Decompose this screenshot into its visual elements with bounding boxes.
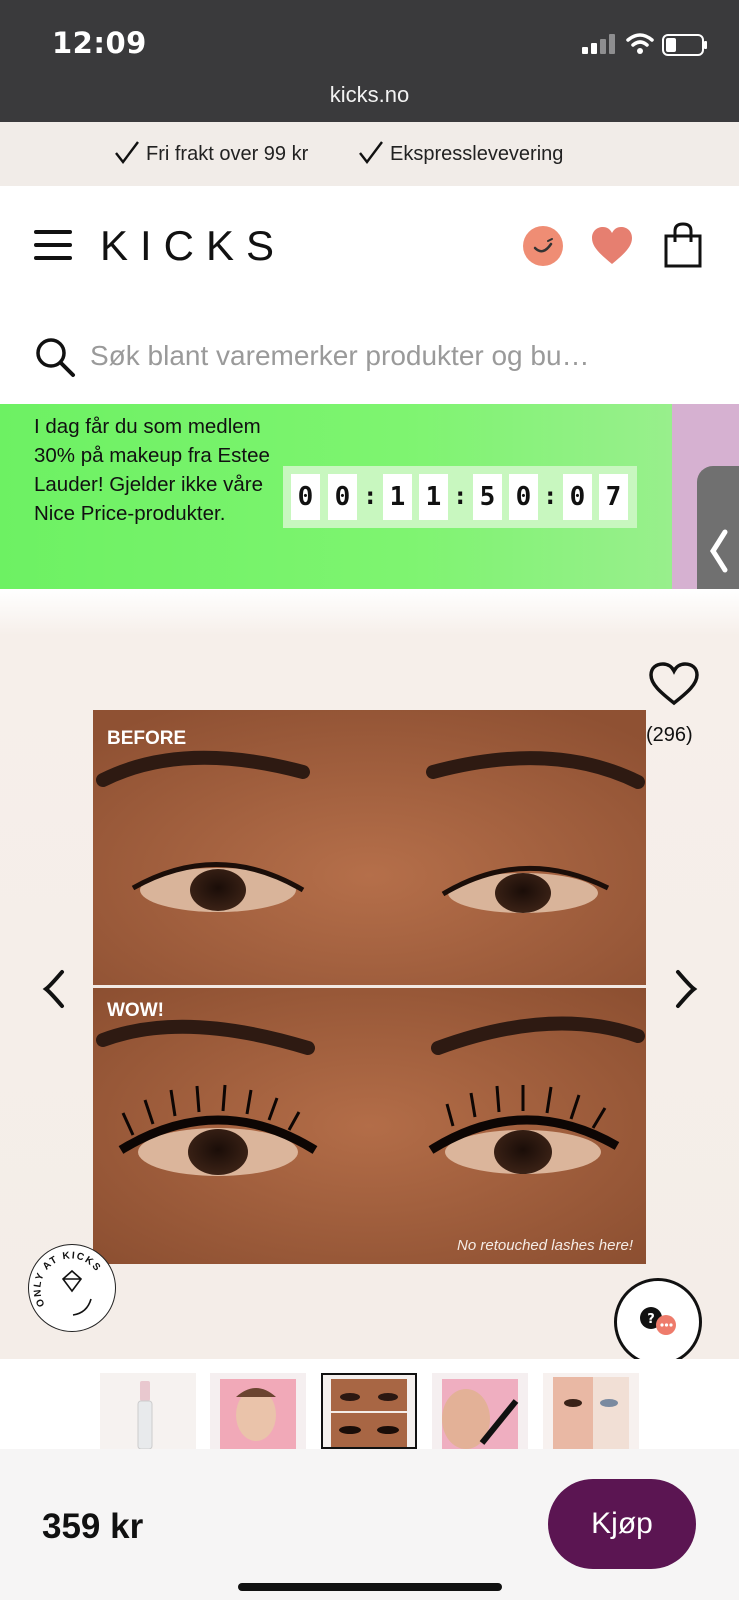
next-image-arrow[interactable] bbox=[670, 966, 700, 1012]
benefit-free-shipping: Fri frakt over 99 kr bbox=[114, 140, 308, 166]
countdown-digit: 0 bbox=[563, 474, 592, 520]
diamond-icon bbox=[61, 1269, 83, 1293]
browser-url[interactable]: kicks.no bbox=[0, 82, 739, 108]
favorite-heart-icon[interactable] bbox=[648, 662, 700, 706]
status-time: 12:09 bbox=[52, 26, 147, 60]
checkmark-icon bbox=[359, 141, 383, 164]
countdown-digit: 0 bbox=[328, 474, 357, 520]
image-caption: No retouched lashes here! bbox=[457, 1237, 634, 1254]
promo-banner[interactable]: I dag får du som medlem 30% på makeup fr… bbox=[0, 404, 672, 589]
only-at-kicks-badge: ONLY AT KICKS bbox=[28, 1244, 116, 1332]
benefit-express-delivery: Ekspresslevevering bbox=[358, 140, 563, 166]
countdown-separator: : bbox=[363, 482, 378, 510]
thumbnail-before-after[interactable] bbox=[321, 1373, 417, 1449]
kicks-logo[interactable]: KICKS bbox=[100, 222, 286, 270]
purchase-bar: 359 kr Kjøp bbox=[0, 1449, 739, 1600]
benefits-strip: Fri frakt over 99 kr Ekspresslevevering bbox=[0, 122, 739, 186]
product-image[interactable]: BEFORE WOW! No retouched lashes here! bbox=[93, 710, 646, 1264]
thumbnail-eye-closeup[interactable] bbox=[543, 1373, 639, 1449]
previous-image-arrow[interactable] bbox=[40, 966, 70, 1012]
thumbnail-applying-mascara[interactable] bbox=[432, 1373, 528, 1449]
shopping-bag-icon[interactable] bbox=[662, 222, 704, 268]
search-icon[interactable] bbox=[34, 336, 76, 378]
countdown-digit: 0 bbox=[291, 474, 320, 520]
countdown-separator: : bbox=[543, 482, 558, 510]
chat-help-icon[interactable]: ? bbox=[614, 1278, 702, 1366]
thumbnail-mascara-tube[interactable] bbox=[100, 1373, 196, 1449]
heart-icon[interactable] bbox=[590, 226, 634, 266]
wifi-icon bbox=[626, 33, 654, 54]
search-input[interactable] bbox=[90, 332, 710, 380]
status-bar: 12:09 kicks.no bbox=[0, 0, 739, 122]
smile-icon[interactable] bbox=[523, 226, 563, 266]
signal-icon bbox=[582, 34, 615, 54]
countdown-timer: 0 0 : 1 1 : 5 0 : 0 7 bbox=[283, 466, 637, 528]
after-label: WOW! bbox=[107, 1000, 164, 1021]
before-label: BEFORE bbox=[107, 728, 186, 749]
thumbnail-strip bbox=[0, 1359, 739, 1449]
home-indicator[interactable] bbox=[238, 1583, 502, 1591]
countdown-separator: : bbox=[453, 482, 468, 510]
site-header: KICKS bbox=[0, 186, 739, 307]
benefit-label: Fri frakt over 99 kr bbox=[146, 143, 309, 165]
svg-text:?: ? bbox=[647, 1312, 655, 1327]
chevron-left-icon bbox=[709, 529, 728, 573]
favorite-count: (296) bbox=[646, 724, 693, 746]
checkmark-icon bbox=[115, 141, 139, 164]
product-price: 359 kr bbox=[42, 1507, 144, 1546]
countdown-digit: 1 bbox=[419, 474, 448, 520]
hamburger-icon[interactable] bbox=[34, 230, 74, 262]
buy-button[interactable]: Kjøp bbox=[548, 1479, 696, 1569]
countdown-digit: 5 bbox=[473, 474, 502, 520]
promo-text: I dag får du som medlem 30% på makeup fr… bbox=[34, 415, 270, 525]
countdown-digit: 7 bbox=[599, 474, 628, 520]
countdown-digit: 1 bbox=[383, 474, 412, 520]
thumbnail-model-face[interactable] bbox=[210, 1373, 306, 1449]
benefit-label: Ekspresslevevering bbox=[390, 143, 564, 165]
battery-icon bbox=[662, 34, 707, 56]
countdown-digit: 0 bbox=[509, 474, 538, 520]
search-bar bbox=[0, 304, 739, 404]
